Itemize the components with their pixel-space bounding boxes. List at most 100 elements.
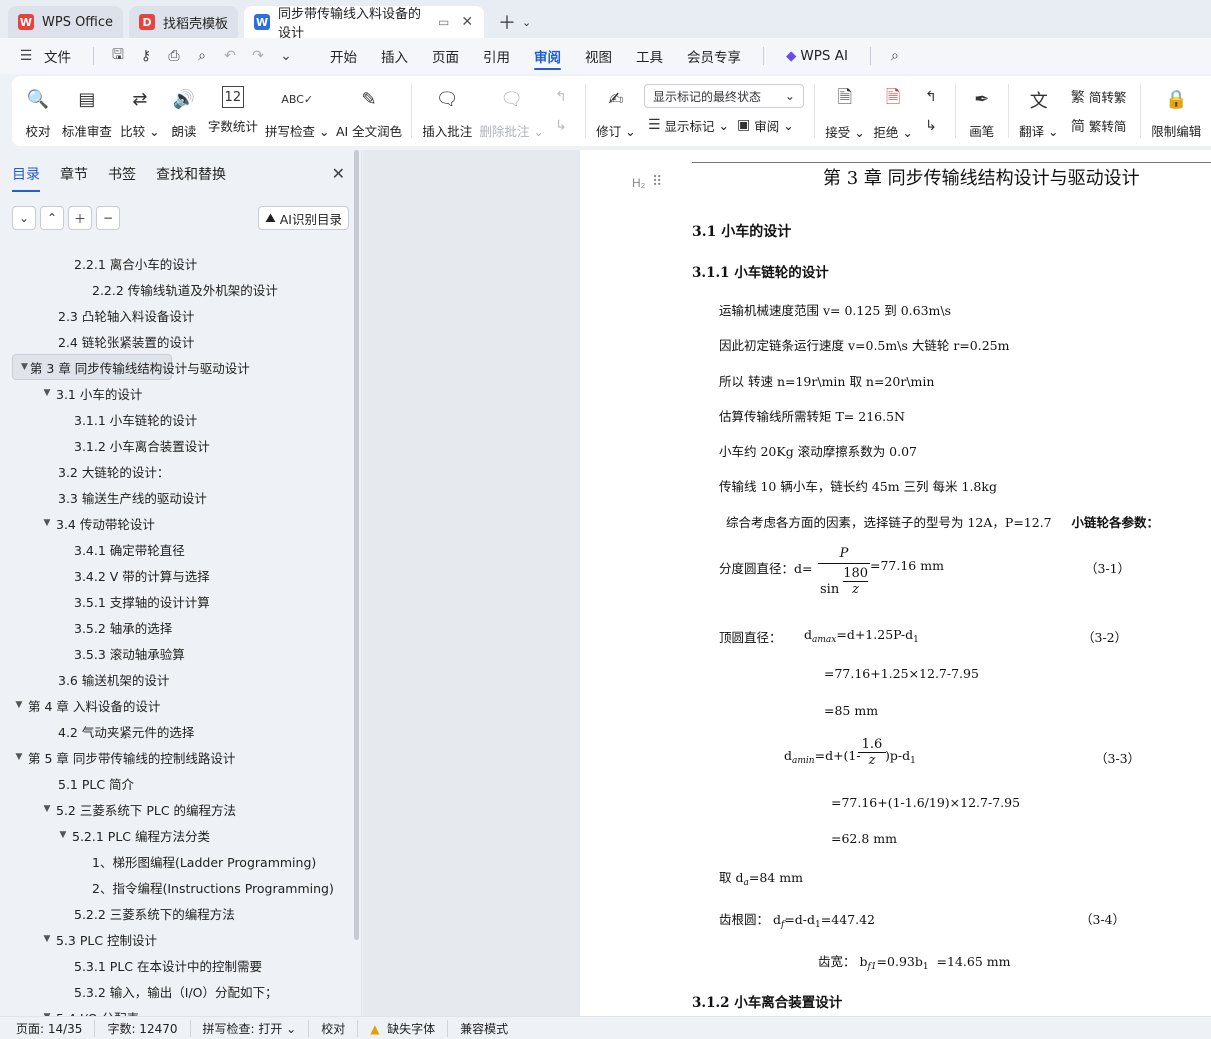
toc-item[interactable]: 3.4.1 确定带轮直径 xyxy=(12,536,352,562)
menu-insert[interactable]: 插入 xyxy=(369,38,420,74)
reject-button[interactable]: 🗎 拒绝 ⌄ xyxy=(869,80,917,142)
toc-item[interactable]: 2、指令编程(Instructions Programming) xyxy=(12,874,352,900)
tab-wps-office[interactable]: W WPS Office xyxy=(8,6,124,38)
toc-item[interactable]: ▼ 5.2.1 PLC 编程方法分类 xyxy=(12,822,352,848)
toc-item[interactable]: ▼ 第 3 章 同步传输线结构设计与驱动设计 xyxy=(12,354,250,380)
to-traditional-button[interactable]: 繁简转繁 xyxy=(1067,84,1131,110)
review-pane-button[interactable]: ▣ 审阅 ⌄ xyxy=(733,112,798,138)
menu-wps-ai[interactable]: ◆ WPS AI xyxy=(774,38,860,74)
toc-item[interactable]: 5.1 PLC 简介 xyxy=(12,770,352,796)
proofread-status[interactable]: 校对 xyxy=(321,1019,359,1037)
restrict-edit-button[interactable]: 🔒 限制编辑 xyxy=(1147,80,1205,142)
expand-arrow-icon[interactable]: ▼ xyxy=(40,388,54,398)
tab-chapters[interactable]: 章节 xyxy=(60,164,88,192)
pen-button[interactable]: ✒ 画笔 xyxy=(962,80,1002,142)
page-indicator[interactable]: 页面: 14/35 xyxy=(16,1019,96,1037)
toc-item[interactable]: 5.3.1 PLC 在本设计中的控制需要 xyxy=(12,952,352,978)
document-page[interactable]: H₂ ⠿ 第 3 章 同步传输线结构设计与驱动设计 3.1 小车的设计 3.1.… xyxy=(580,150,1211,1016)
toc-item[interactable]: 2.2.1 离合小车的设计 xyxy=(12,250,352,276)
toc-item[interactable]: 3.1.2 小车离合装置设计 xyxy=(12,432,352,458)
toc-item[interactable]: 1、梯形图编程(Ladder Programming) xyxy=(12,848,352,874)
collapse-up-button[interactable]: ⌃ xyxy=(40,206,64,230)
toc-item[interactable]: 4.2 气动夹紧元件的选择 xyxy=(12,718,352,744)
expand-arrow-icon[interactable]: ▼ xyxy=(12,700,26,710)
new-tab-button[interactable]: ＋ ⌄ xyxy=(490,6,539,38)
tab-toc[interactable]: 目录 xyxy=(12,164,40,192)
tab-docer-templates[interactable]: D 找稻壳模板 xyxy=(129,6,239,38)
next-change-button[interactable]: ↳ xyxy=(921,113,945,139)
delete-comment-button[interactable]: 🗨 删除批注 ⌄ xyxy=(476,80,547,142)
menu-file[interactable]: 文件 xyxy=(40,38,83,74)
menu-home[interactable]: 开始 xyxy=(318,38,369,74)
toc-item[interactable]: ▼ 5.2 三菱系统下 PLC 的编程方法 xyxy=(12,796,352,822)
undo-icon[interactable]: ↶ xyxy=(218,44,242,68)
tab-bookmarks[interactable]: 书签 xyxy=(108,164,136,192)
toc-item[interactable]: ▼ 3.4 传动带轮设计 xyxy=(12,510,352,536)
menu-reference[interactable]: 引用 xyxy=(471,38,522,74)
to-simplified-button[interactable]: 简繁转简 xyxy=(1067,113,1131,139)
insert-comment-button[interactable]: 🗨 插入批注 xyxy=(418,80,476,142)
expand-arrow-icon[interactable]: ▼ xyxy=(56,830,70,840)
close-icon[interactable]: ✕ xyxy=(332,164,345,183)
toc-item[interactable]: ▼ 3.1 小车的设计 xyxy=(12,380,352,406)
spell-check-button[interactable]: ABC✓ 拼写检查 ⌄ xyxy=(262,80,333,142)
expand-arrow-icon[interactable]: ▼ xyxy=(40,518,54,528)
toc-item[interactable]: ▼ 5.3 PLC 控制设计 xyxy=(12,926,352,952)
previous-change-button[interactable]: ↰ xyxy=(921,84,945,110)
toc-item[interactable]: 3.5.2 轴承的选择 xyxy=(12,614,352,640)
toc-item[interactable]: 3.1.1 小车链轮的设计 xyxy=(12,406,352,432)
toc-item[interactable]: 3.6 输送机架的设计 xyxy=(12,666,352,692)
expand-arrow-icon[interactable]: ▼ xyxy=(21,362,28,372)
ai-polish-button[interactable]: ✎ AI 全文润色 xyxy=(333,80,406,142)
search-icon[interactable]: ⌕ xyxy=(883,44,907,68)
print-preview-icon[interactable]: ⌕ xyxy=(190,44,214,68)
expand-arrow-icon[interactable]: ▼ xyxy=(40,934,54,944)
toc-item[interactable]: 5.2.2 三菱系统下的编程方法 xyxy=(12,900,352,926)
print-icon[interactable]: ⎙ xyxy=(162,44,186,68)
toc-item[interactable]: ▼ 第 4 章 入料设备的设计 xyxy=(12,692,352,718)
menu-view[interactable]: 视图 xyxy=(573,38,624,74)
show-marks-button[interactable]: ☰ 显示标记 ⌄ xyxy=(644,112,733,138)
read-aloud-button[interactable]: 🔊 朗读 xyxy=(164,80,204,142)
word-count-indicator[interactable]: 字数: 12470 xyxy=(107,1019,191,1037)
spell-check-toggle[interactable]: 拼写检查: 打开 ⌄ xyxy=(203,1019,310,1037)
tab-find-replace[interactable]: 查找和替换 xyxy=(156,164,226,192)
chevron-down-icon[interactable]: ⌄ xyxy=(522,16,531,29)
standard-review-button[interactable]: ▤ 标准审查 xyxy=(58,80,116,142)
toc-item[interactable]: 3.4.2 V 带的计算与选择 xyxy=(12,562,352,588)
toc-item[interactable]: 2.3 凸轮轴入料设备设计 xyxy=(12,302,352,328)
monitor-icon[interactable]: ▭ xyxy=(438,15,449,29)
hamburger-icon[interactable]: ☰ xyxy=(14,44,38,68)
menu-tools[interactable]: 工具 xyxy=(624,38,675,74)
tab-current-document[interactable]: W 同步带传输线入料设备的设计 ▭ ✕ xyxy=(244,6,485,41)
save-icon[interactable]: 🖫 xyxy=(106,44,130,68)
heading-level-icon[interactable]: H₂ xyxy=(632,176,645,190)
toc-item[interactable]: 2.2.2 传输线轨道及外机架的设计 xyxy=(12,276,352,302)
collapse-down-button[interactable]: ⌄ xyxy=(12,206,36,230)
previous-comment-button[interactable]: ↰ xyxy=(551,84,575,110)
toc-item[interactable]: 3.5.3 滚动轴承验算 xyxy=(12,640,352,666)
menu-member[interactable]: 会员专享 xyxy=(675,38,753,74)
menu-review[interactable]: 审阅 xyxy=(522,38,573,74)
close-icon[interactable]: ✕ xyxy=(461,14,473,30)
toc-item[interactable]: 3.5.1 支撑轴的设计计算 xyxy=(12,588,352,614)
expand-arrow-icon[interactable]: ▼ xyxy=(12,752,26,762)
display-state-select[interactable]: 显示标记的最终状态 ⌄ xyxy=(643,84,804,108)
proofread-button[interactable]: 🔍 校对 xyxy=(18,80,58,142)
add-heading-button[interactable]: ＋ xyxy=(68,206,92,230)
redo-icon[interactable]: ↷ xyxy=(246,44,270,68)
next-comment-button[interactable]: ↳ xyxy=(551,113,575,139)
toc-item[interactable]: 3.3 输送生产线的驱动设计 xyxy=(12,484,352,510)
toc-scrollbar[interactable] xyxy=(354,150,359,940)
word-count-button[interactable]: 12 字数统计 xyxy=(204,80,262,142)
ai-toc-button[interactable]: ⛰ AI识别目录 xyxy=(258,206,349,230)
remove-heading-button[interactable]: − xyxy=(96,206,120,230)
menu-page[interactable]: 页面 xyxy=(420,38,471,74)
accept-button[interactable]: 🗎 接受 ⌄ xyxy=(821,80,869,142)
chevron-down-icon[interactable]: ⌄ xyxy=(274,44,298,68)
drag-handle-icon[interactable]: ⠿ xyxy=(652,174,662,190)
missing-font-indicator[interactable]: ▲ 缺失字体 xyxy=(370,1019,449,1037)
toc-item[interactable]: 2.4 链轮张紧装置的设计 xyxy=(12,328,352,354)
toc-item[interactable]: ▼ 第 5 章 同步带传输线的控制线路设计 xyxy=(12,744,352,770)
toc-item[interactable]: 5.3.2 输入，输出（I/O）分配如下； xyxy=(12,978,352,1004)
